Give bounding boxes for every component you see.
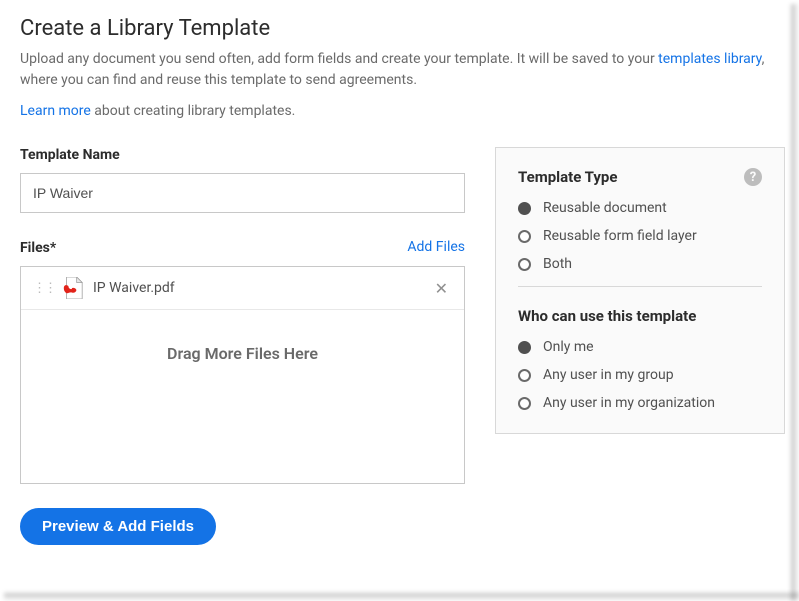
permission-title: Who can use this template [518,307,762,325]
radio-icon [518,341,531,354]
radio-label: Any user in my group [543,367,674,383]
files-label-text: Files [20,240,50,256]
radio-icon [518,258,531,271]
radio-label: Any user in my organization [543,395,715,411]
radio-label: Only me [543,339,594,355]
template-type-title: Template Type [518,168,617,186]
radio-any-group[interactable]: Any user in my group [518,367,762,383]
radio-only-me[interactable]: Only me [518,339,762,355]
radio-icon [518,369,531,382]
files-dropzone[interactable]: ⋮⋮ IP Waiver.pdf ✕ Drag More Files Here [20,266,465,484]
radio-reusable-document[interactable]: Reusable document [518,200,762,216]
file-name: IP Waiver.pdf [93,280,431,296]
templates-library-link[interactable]: templates library [658,51,761,67]
page-title: Create a Library Template [20,16,779,41]
preview-add-fields-button[interactable]: Preview & Add Fields [20,508,216,545]
radio-label: Reusable document [543,200,667,216]
radio-form-field-layer[interactable]: Reusable form field layer [518,228,762,244]
learn-more-suffix: about creating library templates. [91,103,296,119]
radio-label: Reusable form field layer [543,228,697,244]
page-description: Upload any document you send often, add … [20,49,779,91]
decorative-shadow [791,4,799,601]
radio-icon [518,202,531,215]
radio-label: Both [543,256,572,272]
drag-more-files-zone[interactable]: Drag More Files Here [21,310,464,483]
remove-file-button[interactable]: ✕ [431,279,452,298]
drag-handle-icon[interactable]: ⋮⋮ [33,281,55,296]
required-asterisk: * [50,240,56,256]
pdf-icon [63,277,83,299]
template-name-input[interactable] [20,173,465,213]
radio-icon [518,397,531,410]
decorative-shadow [4,593,799,601]
file-row: ⋮⋮ IP Waiver.pdf ✕ [21,267,464,310]
learn-more-line: Learn more about creating library templa… [20,103,779,119]
radio-both[interactable]: Both [518,256,762,272]
help-icon[interactable]: ? [744,168,762,186]
radio-any-org[interactable]: Any user in my organization [518,395,762,411]
radio-icon [518,230,531,243]
files-label: Files* [20,237,56,256]
template-options-panel: Template Type ? Reusable document Reusab… [495,147,785,434]
panel-divider [518,286,762,287]
description-text-pre: Upload any document you send often, add … [20,51,658,67]
template-name-label: Template Name [20,147,465,163]
learn-more-link[interactable]: Learn more [20,103,91,119]
add-files-link[interactable]: Add Files [407,239,465,255]
